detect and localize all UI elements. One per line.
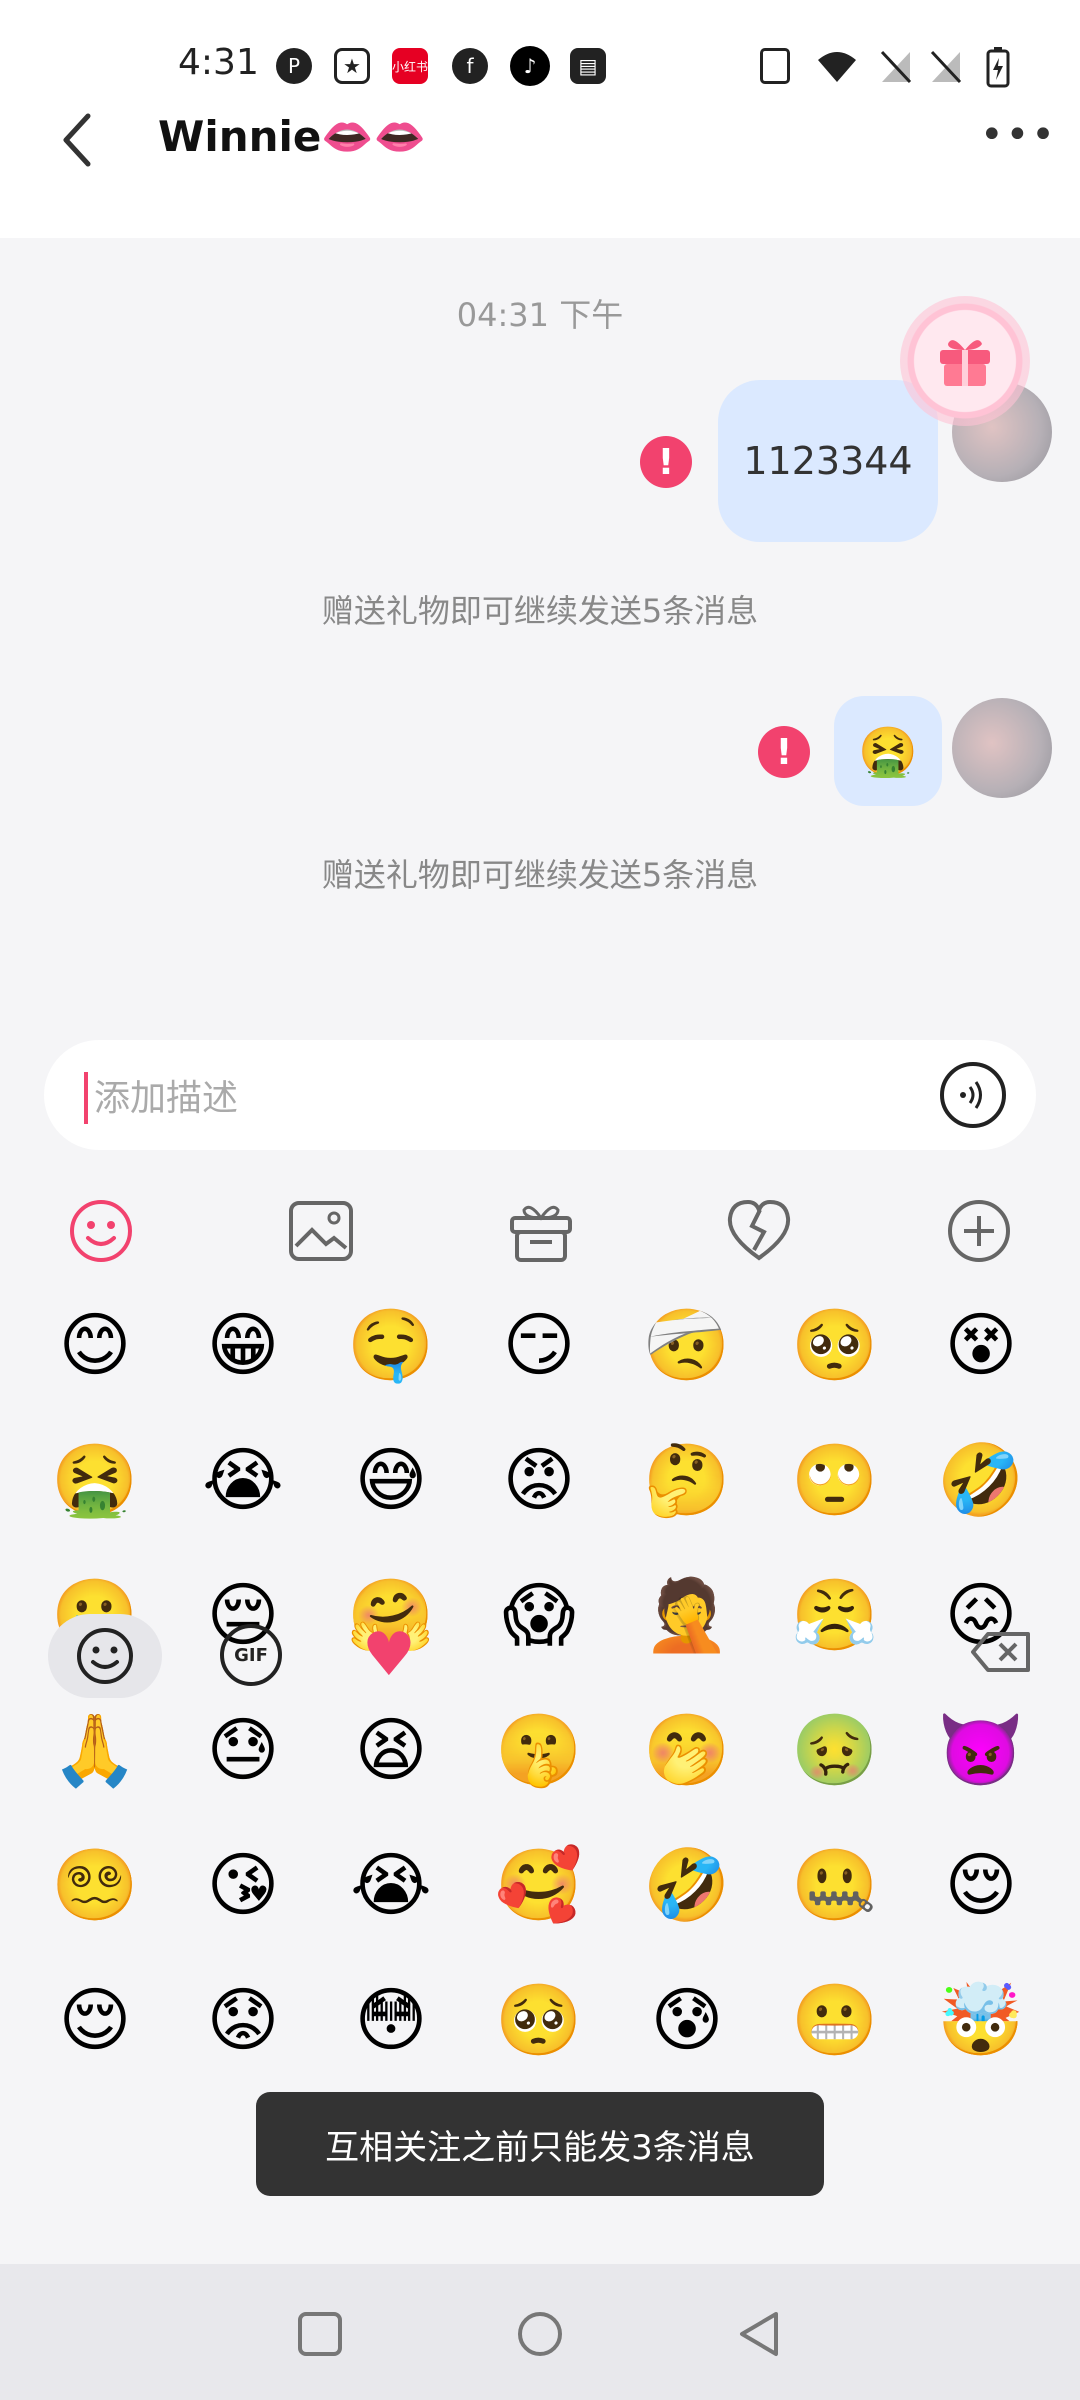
battery-charging-icon [986, 47, 1010, 88]
message-text: 1123344 [743, 439, 913, 483]
more-options-button[interactable]: ••• [980, 112, 1057, 158]
emoji-item[interactable]: 😅 [346, 1435, 436, 1525]
emoji-item[interactable]: 😁 [198, 1300, 288, 1390]
xiaohongshu-icon: 小红书 [392, 48, 428, 84]
facebook-icon: f [452, 48, 488, 84]
emoji-item[interactable]: 😳 [346, 1975, 436, 2065]
emoji-item[interactable]: 😰 [642, 1975, 732, 2065]
emoji-item[interactable]: 🤕 [642, 1300, 732, 1390]
tiktok-icon: ♪ [510, 46, 550, 86]
toast-message: 互相关注之前只能发3条消息 [256, 2092, 824, 2196]
emoji-item[interactable]: 👿 [936, 1705, 1026, 1795]
send-failed-icon[interactable]: ! [640, 436, 692, 488]
emoji-item[interactable]: 🤯 [936, 1975, 1026, 2065]
emoji-item[interactable]: 😌 [50, 1975, 140, 2065]
vibrate-icon [760, 48, 790, 84]
gift-icon [510, 1205, 572, 1262]
more-actions-button[interactable] [944, 1196, 1014, 1266]
gift-hint-text: 赠送礼物即可继续发送5条消息 [321, 856, 759, 894]
no-signal-icon [930, 50, 962, 84]
emoji-item[interactable]: 😊 [50, 1300, 140, 1390]
emoji-item[interactable]: 😌 [936, 1840, 1026, 1930]
wifi-icon [818, 52, 856, 82]
gift-panel-button[interactable] [506, 1196, 576, 1266]
star-app-icon: ★ [334, 48, 370, 84]
broken-heart-button[interactable] [724, 1196, 794, 1266]
text-cursor [84, 1072, 88, 1124]
emoji-item[interactable]: 😬 [790, 1975, 880, 2065]
message-input[interactable] [92, 1060, 916, 1136]
emoji-item[interactable]: 🤫 [494, 1705, 584, 1795]
pinterest-icon: P [276, 48, 312, 84]
broken-heart-icon [727, 1199, 791, 1261]
send-failed-icon[interactable]: ! [758, 726, 810, 778]
emoji-item[interactable]: 🤭 [642, 1705, 732, 1795]
emoji-item[interactable]: 🤐 [790, 1840, 880, 1930]
emoji-item[interactable]: 😫 [346, 1705, 436, 1795]
emoji-item[interactable]: 🥰 [494, 1840, 584, 1930]
emoji-item[interactable]: 😟 [198, 1975, 288, 2065]
emoji-item[interactable]: 😏 [494, 1300, 584, 1390]
back-button[interactable] [58, 110, 98, 170]
emoji-item[interactable]: 🤮 [50, 1435, 140, 1525]
image-icon [289, 1201, 353, 1261]
emoji-item[interactable]: 😵 [936, 1300, 1026, 1390]
emoji-item[interactable]: 🤤 [346, 1300, 436, 1390]
emoji-item[interactable]: 🤢 [790, 1705, 880, 1795]
plus-icon [948, 1200, 1010, 1262]
avatar[interactable] [952, 698, 1052, 798]
wallet-icon: ▤ [570, 48, 606, 84]
favorites-heart-tab[interactable]: ♥ [362, 1620, 416, 1690]
emoji-item[interactable]: 🤣 [936, 1435, 1026, 1525]
home-button[interactable] [516, 2310, 564, 2358]
emoji-item[interactable]: 🤔 [642, 1435, 732, 1525]
emoji-item[interactable]: 😡 [494, 1435, 584, 1525]
emoji-item[interactable]: 😱 [494, 1570, 584, 1660]
gif-tab[interactable]: GIF [220, 1624, 282, 1686]
voice-button[interactable] [940, 1062, 1006, 1128]
emoji-item[interactable]: 😤 [790, 1570, 880, 1660]
emoji-tab[interactable] [48, 1614, 162, 1698]
emoji-item[interactable]: 😭 [346, 1840, 436, 1930]
emoji-icon [70, 1200, 132, 1262]
status-time: 4:31 [178, 42, 259, 83]
voice-icon [960, 1081, 982, 1109]
emoji-item[interactable]: 🙏 [50, 1705, 140, 1795]
message-bubble[interactable]: 1123344 [718, 380, 938, 542]
gift-icon [940, 340, 990, 386]
emoji-item[interactable]: 🙄 [790, 1435, 880, 1525]
emoji-item[interactable]: 🤣 [642, 1840, 732, 1930]
message-bubble[interactable]: 🤮 [834, 696, 942, 806]
message-emoji: 🤮 [858, 723, 918, 780]
image-button[interactable] [286, 1196, 356, 1266]
backspace-button[interactable] [970, 1630, 1032, 1674]
emoji-item[interactable]: 😵‍💫 [50, 1840, 140, 1930]
emoji-item[interactable]: 🥺 [494, 1975, 584, 2065]
smiley-icon [77, 1628, 133, 1684]
emoji-panel-button[interactable] [66, 1196, 136, 1266]
emoji-item[interactable]: 😘 [198, 1840, 288, 1930]
gift-hint-text: 赠送礼物即可继续发送5条消息 [321, 592, 759, 630]
emoji-item[interactable]: 🤦 [642, 1570, 732, 1660]
emoji-item[interactable]: 😭 [198, 1435, 288, 1525]
emoji-item[interactable]: 😓 [198, 1705, 288, 1795]
no-signal-icon [880, 50, 912, 84]
chat-title: Winnie👄👄 [158, 112, 426, 161]
gift-button[interactable] [900, 296, 1030, 426]
back-nav-button[interactable] [736, 2310, 784, 2358]
emoji-item[interactable]: 🥺 [790, 1300, 880, 1390]
recents-button[interactable] [296, 2310, 344, 2358]
